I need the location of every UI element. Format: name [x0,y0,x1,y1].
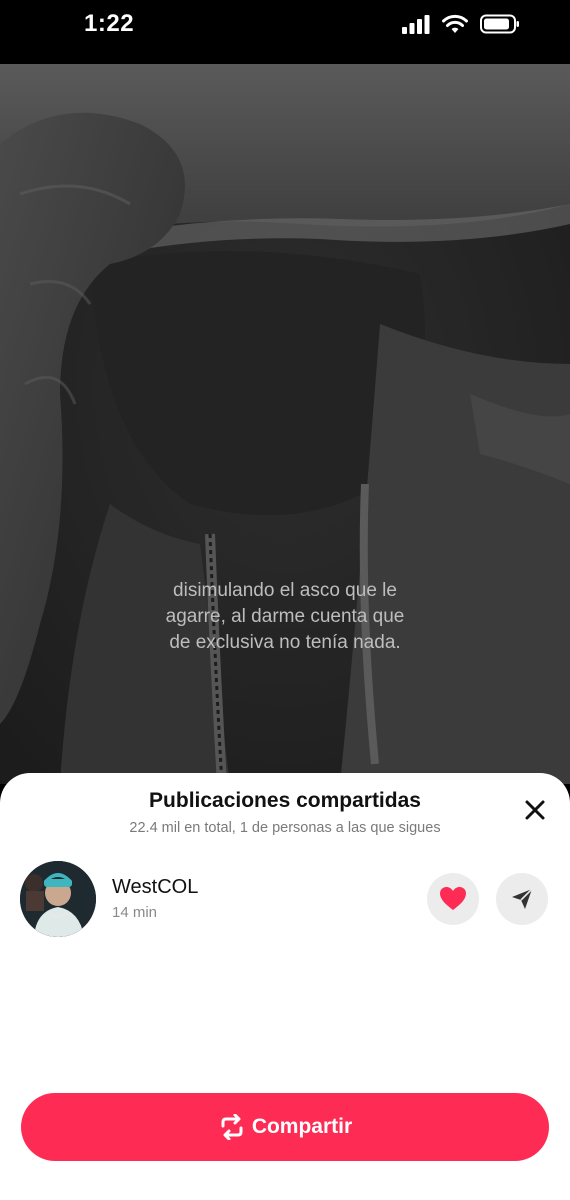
close-button[interactable] [522,797,548,823]
caption-line: agarre, al darme cuenta que [165,606,405,627]
share-label: Compartir [251,1115,353,1138]
signal-icon [402,15,430,34]
shared-posts-sheet: Publicaciones compartidas 22.4 mil en to… [0,773,570,1200]
avatar-image [20,861,96,937]
avatar[interactable] [20,861,96,937]
video-caption: disimulando el asco que le agarre, al da… [0,578,570,656]
caption-line: disimulando el asco que le [173,580,397,601]
heart-icon [440,887,466,910]
wifi-icon [442,14,468,33]
list-item[interactable]: WestCOL 14 min [20,861,550,937]
send-icon [512,888,533,909]
video-frame [0,64,570,784]
video-player[interactable]: disimulando el asco que le agarre, al da… [0,64,570,784]
send-button[interactable] [496,873,548,925]
share-button[interactable]: Compartir [21,1093,549,1161]
post-time: 14 min [112,904,158,921]
repost-icon [221,1114,243,1140]
like-button[interactable] [427,873,479,925]
status-time: 1:22 [84,10,135,37]
user-name[interactable]: WestCOL [112,876,198,899]
screen: 1:22 disimulando el asco que le agarre, … [0,0,570,1200]
status-bar: 1:22 [0,0,570,64]
battery-icon [480,14,519,34]
sheet-title: Publicaciones compartidas [149,789,421,812]
caption-line: de exclusiva no tenía nada. [169,632,401,653]
close-icon [525,800,545,820]
status-icons [402,14,520,34]
sheet-subtitle: 22.4 mil en total, 1 de personas a las q… [129,820,441,836]
